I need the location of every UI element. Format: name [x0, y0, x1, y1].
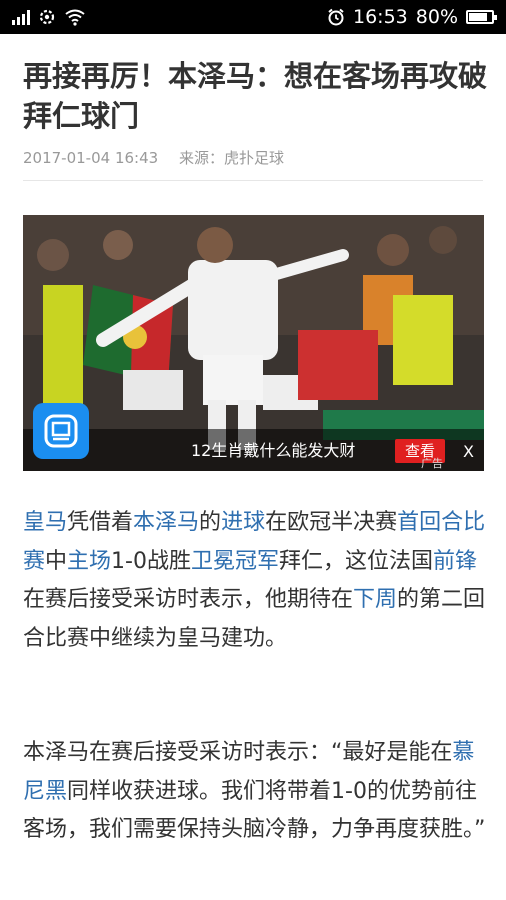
- alarm-clock-icon: [328, 8, 344, 26]
- ad-app-icon[interactable]: [33, 403, 89, 459]
- keyword-link[interactable]: 前锋: [433, 549, 477, 574]
- cellular-signal-icon: [12, 9, 30, 25]
- keyword-link[interactable]: 进球: [221, 510, 265, 535]
- ad-close-button[interactable]: X: [463, 442, 474, 461]
- keyword-link[interactable]: 卫冕冠军: [191, 549, 279, 574]
- keyword-link[interactable]: 本泽马: [133, 510, 199, 535]
- article-photo: 12生肖戴什么能发大财 查看 广告 X: [23, 215, 484, 471]
- gallery-icon: [44, 414, 78, 448]
- ad-banner[interactable]: 12生肖戴什么能发大财 查看 广告 X: [23, 429, 484, 471]
- paragraph-text: 在欧冠半决赛: [265, 510, 398, 535]
- keyword-link[interactable]: 皇马: [23, 510, 67, 535]
- settings-gear-icon: [39, 9, 55, 25]
- wifi-icon: [65, 9, 85, 26]
- paragraph-text: 同样收获进球。我们将带着1-0的优势前往客场，我们需要保持头脑冷静，力争再度获胜…: [23, 778, 486, 843]
- paragraph-text: 在赛后接受采访时表示，他期待在: [23, 587, 354, 612]
- keyword-link[interactable]: 主场: [67, 549, 111, 574]
- article-meta: 2017-01-04 16:43 来源：虎扑足球: [23, 147, 284, 168]
- paragraph-text: 中: [45, 548, 68, 574]
- status-bar: 16:53 80%: [0, 0, 506, 34]
- paragraph-text: 拜仁，这位法国: [279, 548, 434, 574]
- battery-percent: 80%: [415, 6, 458, 28]
- status-icons-left: [12, 8, 86, 26]
- clock-time: 16:53: [353, 6, 408, 28]
- ad-text[interactable]: 12生肖戴什么能发大财: [191, 437, 377, 461]
- ad-label: 广告: [421, 457, 443, 470]
- paragraph-text: 1-0战胜: [111, 548, 191, 574]
- article-paragraph-2: 本泽马在赛后接受采访时表示：“最好是能在慕尼黑同样收获进球。我们将带着1-0的优…: [23, 734, 488, 850]
- article-title: 再接再厉！本泽马：想在客场再攻破拜仁球门: [23, 59, 488, 133]
- paragraph-text: 本泽马在赛后接受采访时表示：“最好是能在: [23, 740, 453, 765]
- publish-date: 2017-01-04 16:43: [23, 149, 159, 167]
- paragraph-text: 的: [199, 510, 222, 535]
- battery-icon: [466, 10, 497, 24]
- keyword-link[interactable]: 下周: [353, 587, 397, 612]
- article-source: 来源：虎扑足球: [178, 149, 284, 167]
- paragraph-text: 凭借着: [67, 510, 134, 535]
- header-divider: [23, 180, 483, 181]
- status-icons-right: 16:53 80%: [327, 6, 497, 28]
- article-paragraph-1: 皇马凭借着本泽马的进球在欧冠半决赛首回合比赛中主场1-0战胜卫冕冠军拜仁，这位法…: [23, 504, 488, 658]
